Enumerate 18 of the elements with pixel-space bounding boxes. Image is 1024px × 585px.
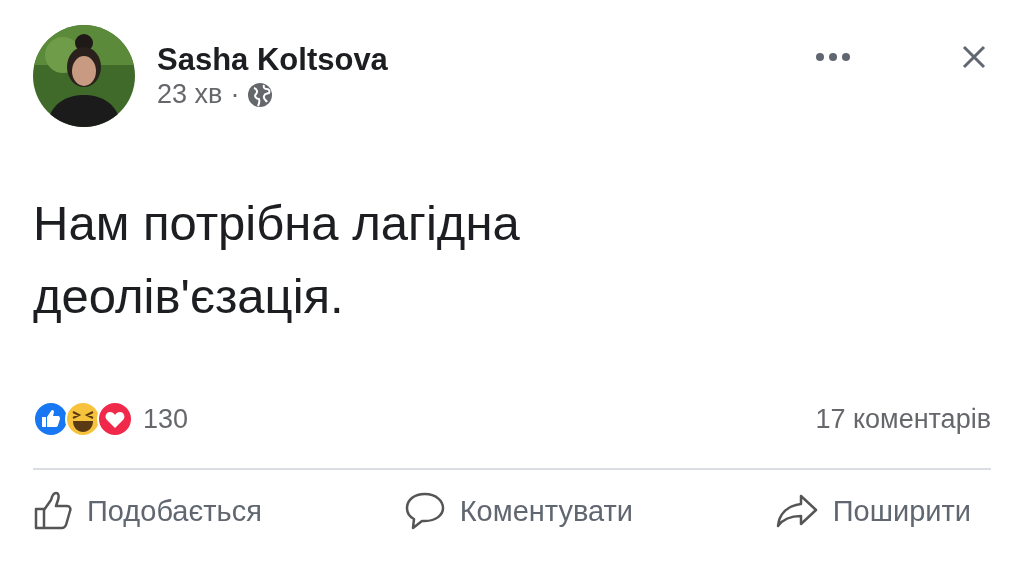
close-icon[interactable] (961, 44, 987, 70)
like-reaction-icon (33, 401, 69, 438)
heart-reaction-icon (97, 401, 133, 438)
thumbs-up-icon (33, 491, 73, 532)
share-button[interactable]: Поширити (774, 489, 971, 533)
comment-button[interactable]: Коментувати (403, 489, 633, 533)
post-text: Нам потрібна лагідна деолів'єзація. (33, 195, 521, 325)
like-button[interactable]: Подобається (33, 489, 262, 533)
author-name[interactable]: Sasha Koltsova (157, 44, 388, 75)
more-icon[interactable] (815, 52, 851, 62)
comment-count[interactable]: 17 коментарів (815, 399, 991, 440)
post-time[interactable]: 23 хв (157, 81, 223, 108)
laughing-reaction-icon (65, 401, 101, 438)
reaction-count[interactable]: 130 (143, 399, 189, 440)
share-arrow-icon (774, 493, 819, 530)
speech-bubble-icon (403, 491, 446, 532)
globe-icon (247, 81, 274, 108)
separator-dot: · (230, 81, 240, 108)
